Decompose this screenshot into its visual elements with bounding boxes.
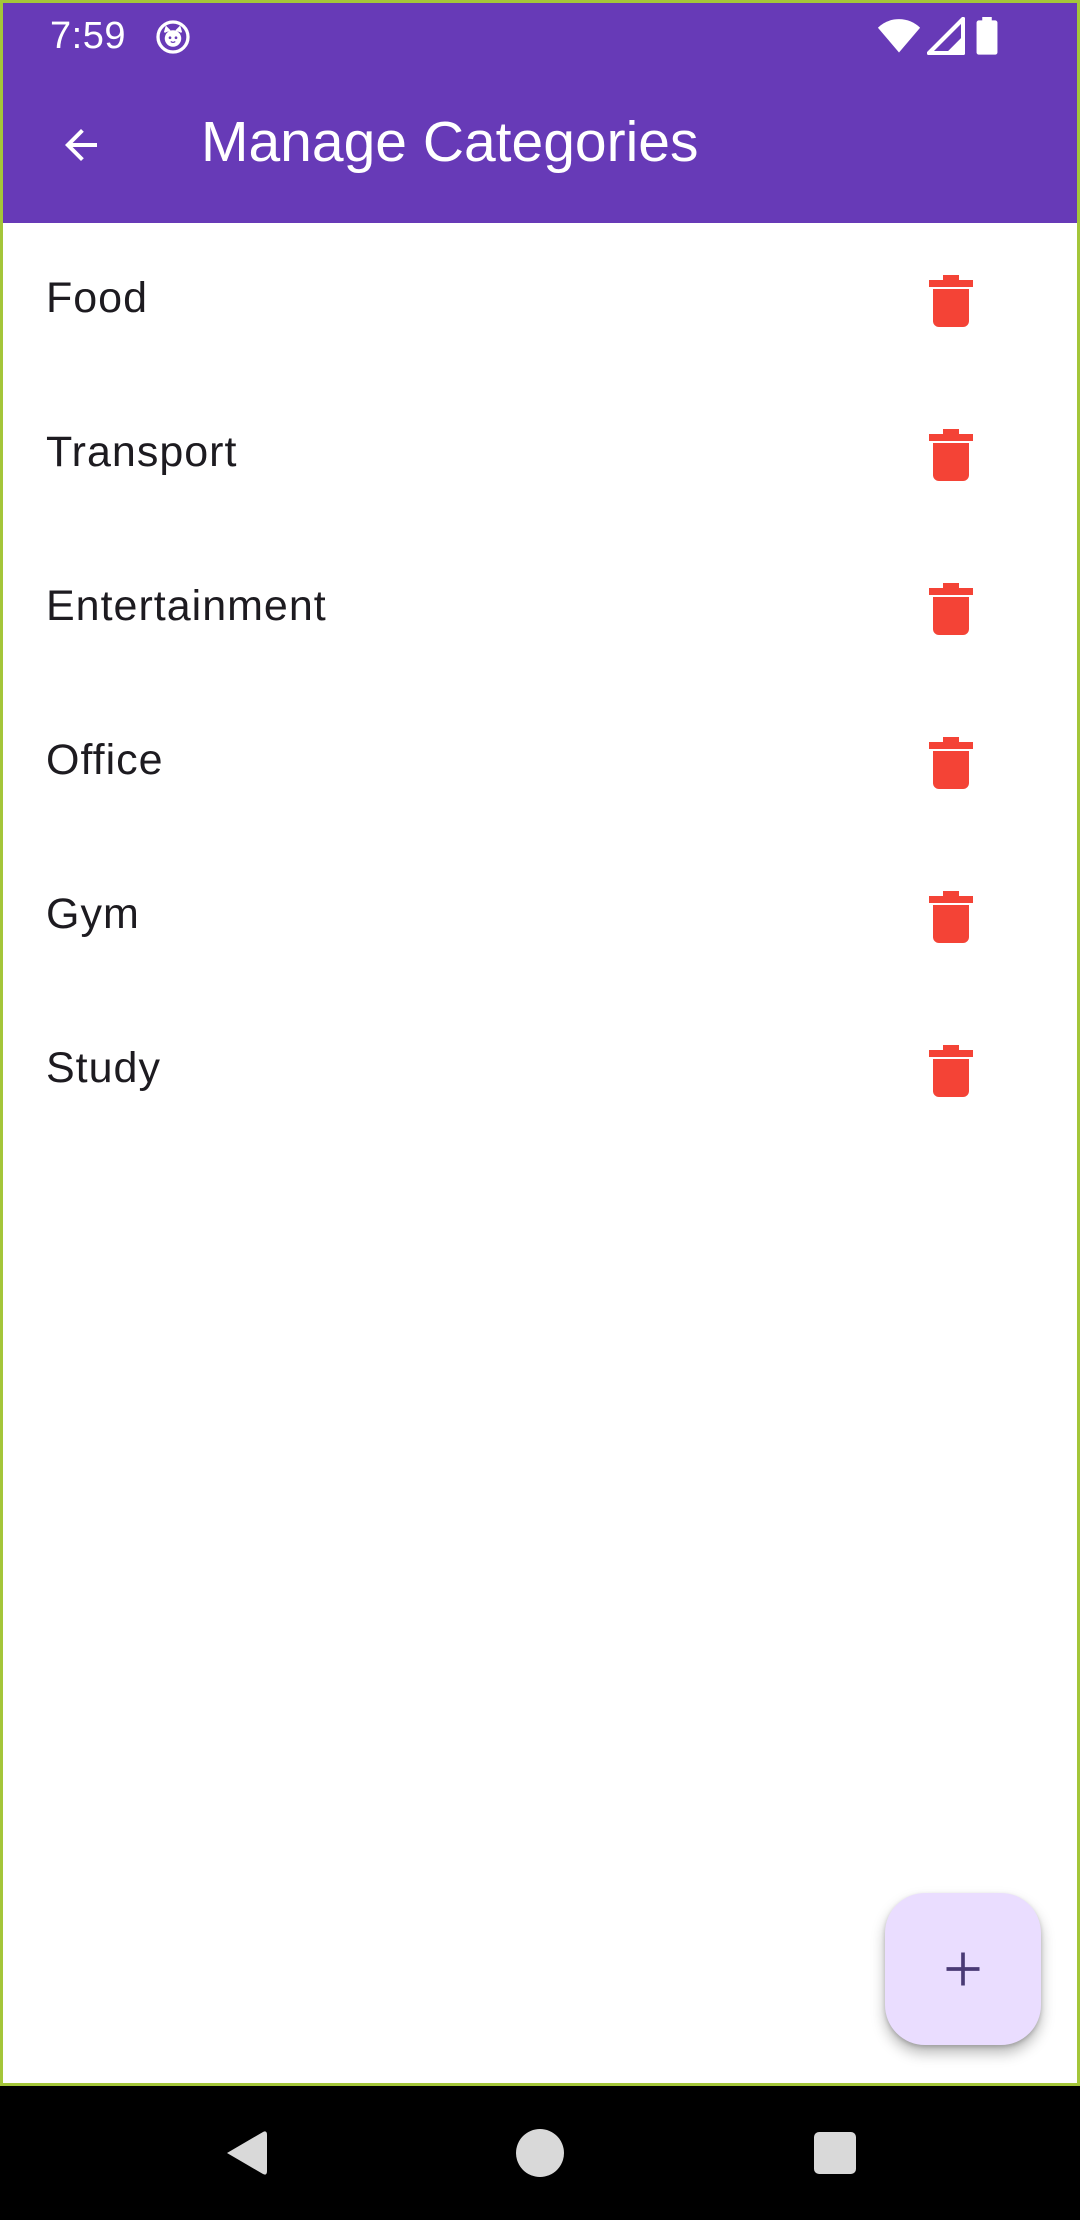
system-navigation-bar — [0, 2086, 1080, 2220]
nav-back-button[interactable] — [201, 2108, 291, 2198]
trash-icon — [929, 583, 973, 635]
delete-category-button[interactable] — [909, 1029, 993, 1113]
category-label: Office — [46, 736, 164, 784]
category-label: Food — [46, 274, 149, 322]
delete-category-button[interactable] — [909, 567, 993, 651]
home-circle-icon — [516, 2129, 564, 2177]
arrow-left-icon — [65, 129, 97, 161]
status-time: 7:59 — [50, 15, 126, 57]
app-screen: 7:59 Manage Categories Food Transport En… — [0, 0, 1080, 2086]
delete-category-button[interactable] — [909, 721, 993, 805]
status-bar: 7:59 — [3, 3, 1077, 69]
delete-category-button[interactable] — [909, 413, 993, 497]
category-label: Entertainment — [46, 582, 327, 630]
trash-icon — [929, 429, 973, 481]
wifi-icon — [877, 19, 921, 53]
list-item: Food — [3, 223, 1077, 377]
list-item: Office — [3, 685, 1077, 839]
page-title: Manage Categories — [201, 110, 699, 174]
plus-icon — [946, 1952, 980, 1986]
category-label: Gym — [46, 890, 140, 938]
delete-category-button[interactable] — [909, 875, 993, 959]
trash-icon — [929, 1045, 973, 1097]
cell-signal-icon — [927, 17, 965, 55]
cat-face-icon — [156, 20, 190, 54]
category-list: Food Transport Entertainment Office Gym … — [3, 223, 1077, 1147]
list-item: Gym — [3, 839, 1077, 993]
category-label: Study — [46, 1044, 161, 1092]
battery-icon — [976, 17, 998, 55]
category-label: Transport — [46, 428, 238, 476]
back-button[interactable] — [45, 109, 117, 181]
list-item: Transport — [3, 377, 1077, 531]
trash-icon — [929, 737, 973, 789]
nav-recents-button[interactable] — [790, 2108, 880, 2198]
trash-icon — [929, 275, 973, 327]
delete-category-button[interactable] — [909, 259, 993, 343]
add-category-button[interactable] — [885, 1893, 1041, 2045]
list-item: Study — [3, 993, 1077, 1147]
nav-home-button[interactable] — [495, 2108, 585, 2198]
back-triangle-icon — [227, 2131, 267, 2175]
recents-square-icon — [814, 2132, 856, 2174]
app-bar: Manage Categories — [3, 69, 1077, 223]
trash-icon — [929, 891, 973, 943]
list-item: Entertainment — [3, 531, 1077, 685]
